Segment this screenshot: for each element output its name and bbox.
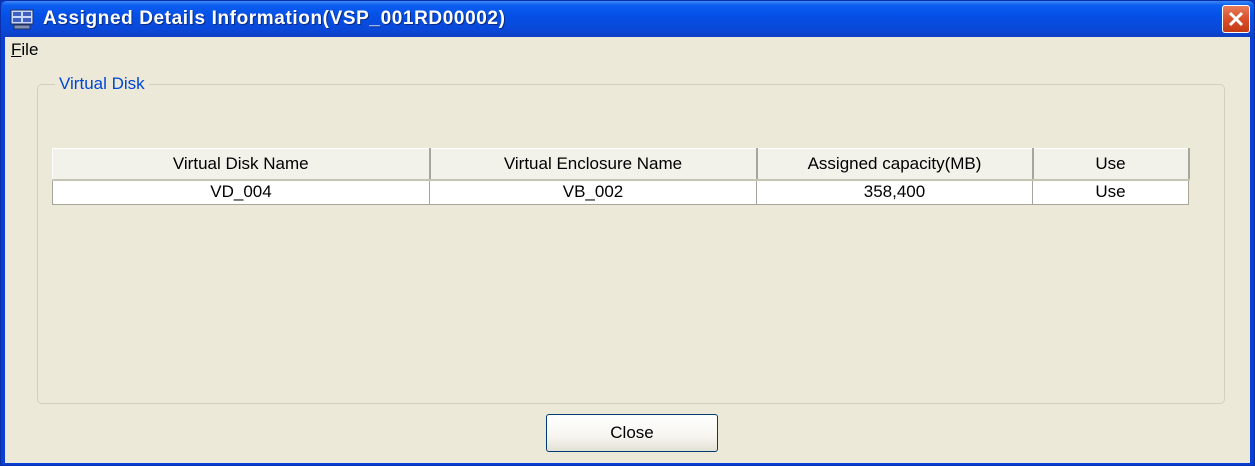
column-header-virtual-enclosure-name[interactable]: Virtual Enclosure Name: [429, 148, 758, 181]
cell-use: Use: [1032, 179, 1189, 205]
column-header-assigned-capacity[interactable]: Assigned capacity(MB): [756, 148, 1034, 181]
window-title: Assigned Details Information(VSP_001RD00…: [43, 8, 506, 29]
menu-file-mnemonic: F: [11, 40, 22, 59]
menu-file-label: ile: [21, 40, 39, 59]
column-header-use[interactable]: Use: [1032, 148, 1190, 181]
close-icon: [1228, 11, 1244, 27]
window-close-button[interactable]: [1222, 5, 1250, 33]
table-row[interactable]: VD_004 VB_002 358,400 Use: [52, 179, 1189, 205]
group-label: Virtual Disk: [55, 74, 149, 94]
menu-bar: File: [5, 37, 1250, 63]
storage-app-icon: [10, 8, 34, 30]
close-button[interactable]: Close: [546, 414, 718, 452]
virtual-disk-group: [37, 84, 1225, 404]
menu-file[interactable]: File: [11, 40, 38, 60]
column-header-virtual-disk-name[interactable]: Virtual Disk Name: [52, 148, 431, 181]
cell-assigned-capacity: 358,400: [756, 179, 1033, 205]
virtual-disk-table: Virtual Disk Name Virtual Enclosure Name…: [52, 148, 1190, 205]
cell-virtual-enclosure-name: VB_002: [429, 179, 757, 205]
table-header-row: Virtual Disk Name Virtual Enclosure Name…: [52, 148, 1190, 181]
dialog-window: Assigned Details Information(VSP_001RD00…: [0, 0, 1255, 466]
cell-virtual-disk-name: VD_004: [52, 179, 430, 205]
title-bar[interactable]: Assigned Details Information(VSP_001RD00…: [1, 1, 1254, 37]
